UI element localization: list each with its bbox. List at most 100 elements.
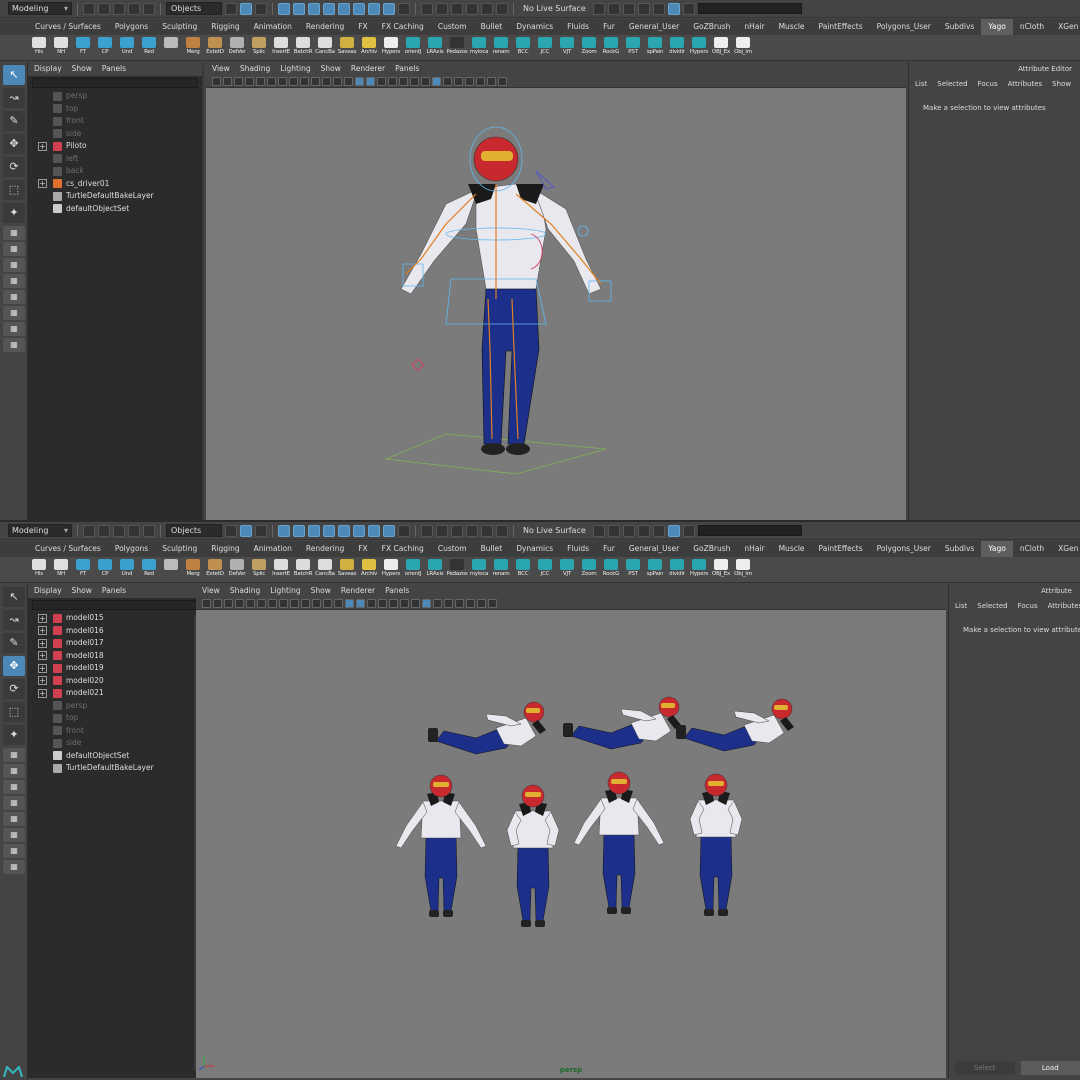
shelf-button-pst[interactable]: PST <box>622 557 644 582</box>
shelf-button-pst[interactable]: PST <box>622 35 644 60</box>
field-chart-icon[interactable] <box>290 598 299 608</box>
attribute-tab-attributes[interactable]: Attributes <box>1008 76 1043 92</box>
new-scene-icon[interactable] <box>83 2 95 15</box>
last-tool-icon[interactable]: ✦ <box>3 725 25 745</box>
select-joints-icon[interactable] <box>293 2 305 15</box>
xray-joints-icon[interactable] <box>455 598 464 608</box>
paint-select-icon[interactable]: ✎ <box>3 111 25 131</box>
viewport-menu-renderer[interactable]: Renderer <box>351 62 385 75</box>
hypershade-layout-icon[interactable]: ▦ <box>3 322 25 336</box>
hierarchy-mode-icon[interactable] <box>225 2 237 15</box>
lights-icon[interactable] <box>367 598 376 608</box>
outliner-menu-show[interactable]: Show <box>72 584 92 598</box>
render-view-icon[interactable] <box>622 524 635 537</box>
shelf-tab-bullet[interactable]: Bullet <box>474 541 510 557</box>
shelf-button-splic[interactable]: Splic <box>248 35 270 60</box>
shelf-button-renam[interactable]: renam <box>490 557 512 582</box>
load-button[interactable]: Load <box>1020 1061 1080 1075</box>
shelf-button-vjt[interactable]: VJT <box>556 557 578 582</box>
expand-plus-icon[interactable]: + <box>38 613 47 623</box>
multisample-icon[interactable] <box>421 76 430 86</box>
shelf-button-lraxis[interactable]: LRAxis <box>424 35 446 60</box>
outliner-item-model017[interactable]: + model017 <box>28 637 202 650</box>
viewport-menu-renderer[interactable]: Renderer <box>341 584 375 597</box>
lasso-tool-icon[interactable]: ↝ <box>3 610 25 630</box>
last-tool-icon[interactable]: ✦ <box>3 203 25 223</box>
shelf-button-hypers[interactable]: Hypers <box>688 35 710 60</box>
select-render-icon[interactable] <box>368 2 380 15</box>
viewport-menu-panels[interactable]: Panels <box>385 584 409 597</box>
viewport-menu-lighting[interactable]: Lighting <box>270 584 300 597</box>
attribute-tab-focus[interactable]: Focus <box>978 76 998 92</box>
xray-components-icon[interactable] <box>476 76 485 86</box>
character-poses[interactable] <box>196 611 946 1078</box>
render-view-icon[interactable] <box>622 2 635 15</box>
shelf-tab-polygons[interactable]: Polygons <box>108 19 155 35</box>
outliner-item-top[interactable]: top <box>28 103 202 116</box>
viewport-menu-view[interactable]: View <box>202 584 220 597</box>
snap-surface-icon[interactable] <box>481 2 493 15</box>
motion-blur-icon[interactable] <box>410 76 419 86</box>
command-field[interactable] <box>697 3 802 14</box>
select-curves-icon[interactable] <box>308 2 320 15</box>
shelf-button-merg[interactable]: Merg <box>182 35 204 60</box>
ipr-render-icon[interactable] <box>652 2 665 15</box>
viewport-menu-lighting[interactable]: Lighting <box>280 62 310 75</box>
shadows-icon[interactable] <box>388 76 397 86</box>
render-settings-icon[interactable] <box>667 2 680 15</box>
shelf-tab-rendering[interactable]: Rendering <box>299 19 351 35</box>
select-tool-icon[interactable]: ↖ <box>3 65 25 85</box>
shelf-tab-fluids[interactable]: Fluids <box>560 541 596 557</box>
select-misc-icon[interactable] <box>383 524 395 537</box>
outliner-item-side[interactable]: side <box>28 128 202 141</box>
textured-icon[interactable] <box>356 598 365 608</box>
hypershade-icon[interactable] <box>682 2 695 15</box>
lasso-tool-icon[interactable]: ↝ <box>3 88 25 108</box>
component-mode-icon[interactable] <box>255 524 267 537</box>
viewport-panel[interactable]: View Shading Lighting Show Renderer Panels pe… <box>196 584 946 1078</box>
single-pane-layout-icon[interactable]: ▦ <box>3 226 25 240</box>
shelf-button-splic[interactable]: Splic <box>248 557 270 582</box>
select-handles-icon[interactable] <box>278 524 290 537</box>
shelf-tab-animation[interactable]: Animation <box>247 541 299 557</box>
outliner-menu-display[interactable]: Display <box>34 584 62 598</box>
object-mode-icon[interactable] <box>240 524 252 537</box>
outliner-item-model016[interactable]: + model016 <box>28 625 202 638</box>
shelf-button-myloca[interactable]: myloca <box>468 35 490 60</box>
shelf-button-archiv[interactable]: Archiv <box>358 557 380 582</box>
hierarchy-mode-icon[interactable] <box>225 524 237 537</box>
shelf-button-saveas[interactable]: Saveas <box>336 35 358 60</box>
custom-layout-icon[interactable]: ▦ <box>3 338 25 352</box>
shelf-button-jcc[interactable]: JCC <box>534 35 556 60</box>
shelf-button-sppain[interactable]: spPain <box>644 557 666 582</box>
resolution-gate-icon[interactable] <box>268 598 277 608</box>
shelf-tab-dynamics[interactable]: Dynamics <box>509 19 560 35</box>
expand-plus-icon[interactable]: + <box>38 179 47 189</box>
shelf-button-inserte[interactable]: InsertE <box>270 35 292 60</box>
new-scene-icon[interactable] <box>83 524 95 537</box>
select-joints-icon[interactable] <box>293 524 305 537</box>
viewport-canvas[interactable]: persp <box>196 611 946 1078</box>
shelf-button-obj-im[interactable]: Obj_im <box>732 35 754 60</box>
outliner-menu-panels[interactable]: Panels <box>102 584 126 598</box>
rotate-tool-icon[interactable]: ⟳ <box>3 157 25 177</box>
wireframe-on-shaded-icon[interactable] <box>355 76 364 86</box>
shelf-button-rockg[interactable]: RockG <box>600 557 622 582</box>
shelf-tab-gozbrush[interactable]: GoZBrush <box>686 541 737 557</box>
viewport-menu-shading[interactable]: Shading <box>230 584 260 597</box>
select-deform-icon[interactable] <box>338 2 350 15</box>
shelf-tab-animation[interactable]: Animation <box>247 19 299 35</box>
expand-plus-icon[interactable]: + <box>38 663 47 673</box>
smooth-shade-icon[interactable] <box>334 598 343 608</box>
outliner-item-cs-driver01[interactable]: + cs_driver01 <box>28 178 202 191</box>
smooth-shade-icon[interactable] <box>344 76 353 86</box>
outliner-item-back[interactable]: back <box>28 165 202 178</box>
move-tool-icon[interactable]: ✥ <box>3 134 25 154</box>
shelf-button-archiv[interactable]: Archiv <box>358 35 380 60</box>
select-deform-icon[interactable] <box>338 524 350 537</box>
shelf-button-vjt[interactable]: VJT <box>556 35 578 60</box>
outliner-item-top[interactable]: top <box>28 712 202 725</box>
shelf-tab-dynamics[interactable]: Dynamics <box>509 541 560 557</box>
shelf-tab-fx[interactable]: FX <box>351 541 374 557</box>
outliner-search-field[interactable] <box>32 78 198 88</box>
